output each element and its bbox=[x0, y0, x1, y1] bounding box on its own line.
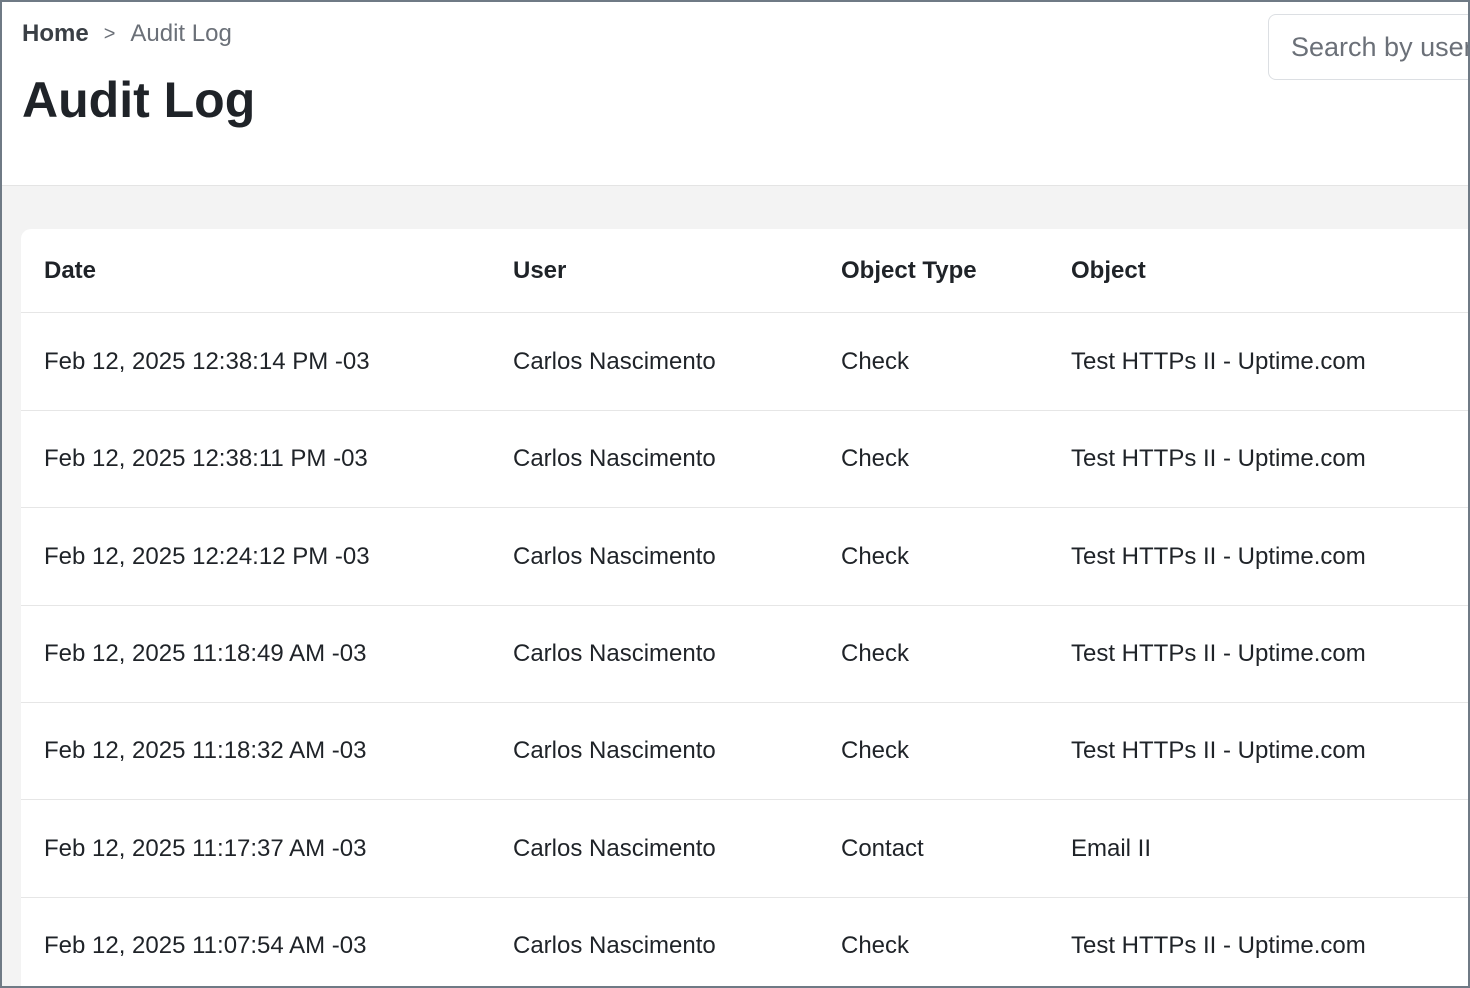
cell-date: Feb 12, 2025 12:38:11 PM -03 bbox=[44, 444, 368, 472]
cell-object-type: Check bbox=[841, 542, 910, 570]
table-row[interactable]: Feb 12, 2025 12:38:11 PM -03 Carlos Nasci… bbox=[21, 410, 1468, 508]
column-header-user[interactable]: User bbox=[513, 229, 566, 312]
table-row[interactable]: Feb 12, 2025 12:24:12 PM -03 Carlos Nasci… bbox=[21, 508, 1468, 606]
cell-object: Test HTTPs II - Uptime.com bbox=[1071, 542, 1366, 570]
cell-object-type: Check bbox=[841, 347, 910, 375]
cell-date: Feb 12, 2025 11:18:49 AM -03 bbox=[44, 639, 367, 667]
cell-object: Email II bbox=[1071, 834, 1152, 862]
cell-user: Carlos Nascimento bbox=[513, 444, 716, 472]
cell-object: Test HTTPs II - Uptime.com bbox=[1071, 347, 1366, 375]
cell-object-type: Check bbox=[841, 639, 910, 667]
cell-object-type: Check bbox=[841, 444, 910, 472]
cell-date: Feb 12, 2025 12:24:12 PM -03 bbox=[44, 542, 370, 570]
cell-object-type: Check bbox=[841, 931, 910, 959]
cell-user: Carlos Nascimento bbox=[513, 736, 716, 764]
column-header-object[interactable]: Object bbox=[1071, 229, 1146, 312]
table-row[interactable]: Feb 12, 2025 11:18:32 AM -03 Carlos Nasci… bbox=[21, 702, 1468, 800]
cell-object: Test HTTPs II - Uptime.com bbox=[1071, 931, 1366, 959]
table-row[interactable]: Feb 12, 2025 11:17:37 AM -03 Carlos Nasci… bbox=[21, 800, 1468, 898]
table-header-row: Date User Object Type Object bbox=[21, 229, 1468, 313]
search-input[interactable] bbox=[1269, 15, 1468, 79]
breadcrumb-home-link[interactable]: Home bbox=[22, 20, 89, 48]
table-row[interactable]: Feb 12, 2025 12:38:14 PM -03 Carlos Nasci… bbox=[21, 313, 1468, 411]
cell-date: Feb 12, 2025 11:07:54 AM -03 bbox=[44, 931, 367, 959]
audit-log-table: Date User Object Type Object Feb 12, 202… bbox=[21, 229, 1468, 986]
breadcrumb-separator: > bbox=[103, 23, 116, 45]
app-window: Home > Audit Log Audit Log Date User Obj… bbox=[0, 0, 1470, 988]
column-header-object-type[interactable]: Object Type bbox=[841, 229, 977, 312]
cell-user: Carlos Nascimento bbox=[513, 347, 716, 375]
search-box[interactable] bbox=[1268, 14, 1468, 80]
cell-user: Carlos Nascimento bbox=[513, 639, 716, 667]
cell-object-type: Check bbox=[841, 736, 910, 764]
page-title: Audit Log bbox=[22, 72, 256, 128]
cell-object: Test HTTPs II - Uptime.com bbox=[1071, 736, 1366, 764]
cell-user: Carlos Nascimento bbox=[513, 542, 716, 570]
cell-date: Feb 12, 2025 11:17:37 AM -03 bbox=[44, 834, 367, 862]
cell-object: Test HTTPs II - Uptime.com bbox=[1071, 444, 1366, 472]
table-row[interactable]: Feb 12, 2025 11:18:49 AM -03 Carlos Nasci… bbox=[21, 605, 1468, 703]
cell-user: Carlos Nascimento bbox=[513, 834, 716, 862]
table-row[interactable]: Feb 12, 2025 11:07:54 AM -03 Carlos Nasci… bbox=[21, 897, 1468, 986]
breadcrumb-current: Audit Log bbox=[130, 20, 232, 47]
cell-object-type: Contact bbox=[841, 834, 924, 862]
page-header: Home > Audit Log Audit Log bbox=[2, 2, 1468, 186]
cell-user: Carlos Nascimento bbox=[513, 931, 716, 959]
column-header-date[interactable]: Date bbox=[44, 229, 96, 312]
cell-date: Feb 12, 2025 11:18:32 AM -03 bbox=[44, 736, 367, 764]
cell-date: Feb 12, 2025 12:38:14 PM -03 bbox=[44, 347, 370, 375]
cell-object: Test HTTPs II - Uptime.com bbox=[1071, 639, 1366, 667]
breadcrumb: Home > Audit Log bbox=[22, 20, 232, 48]
